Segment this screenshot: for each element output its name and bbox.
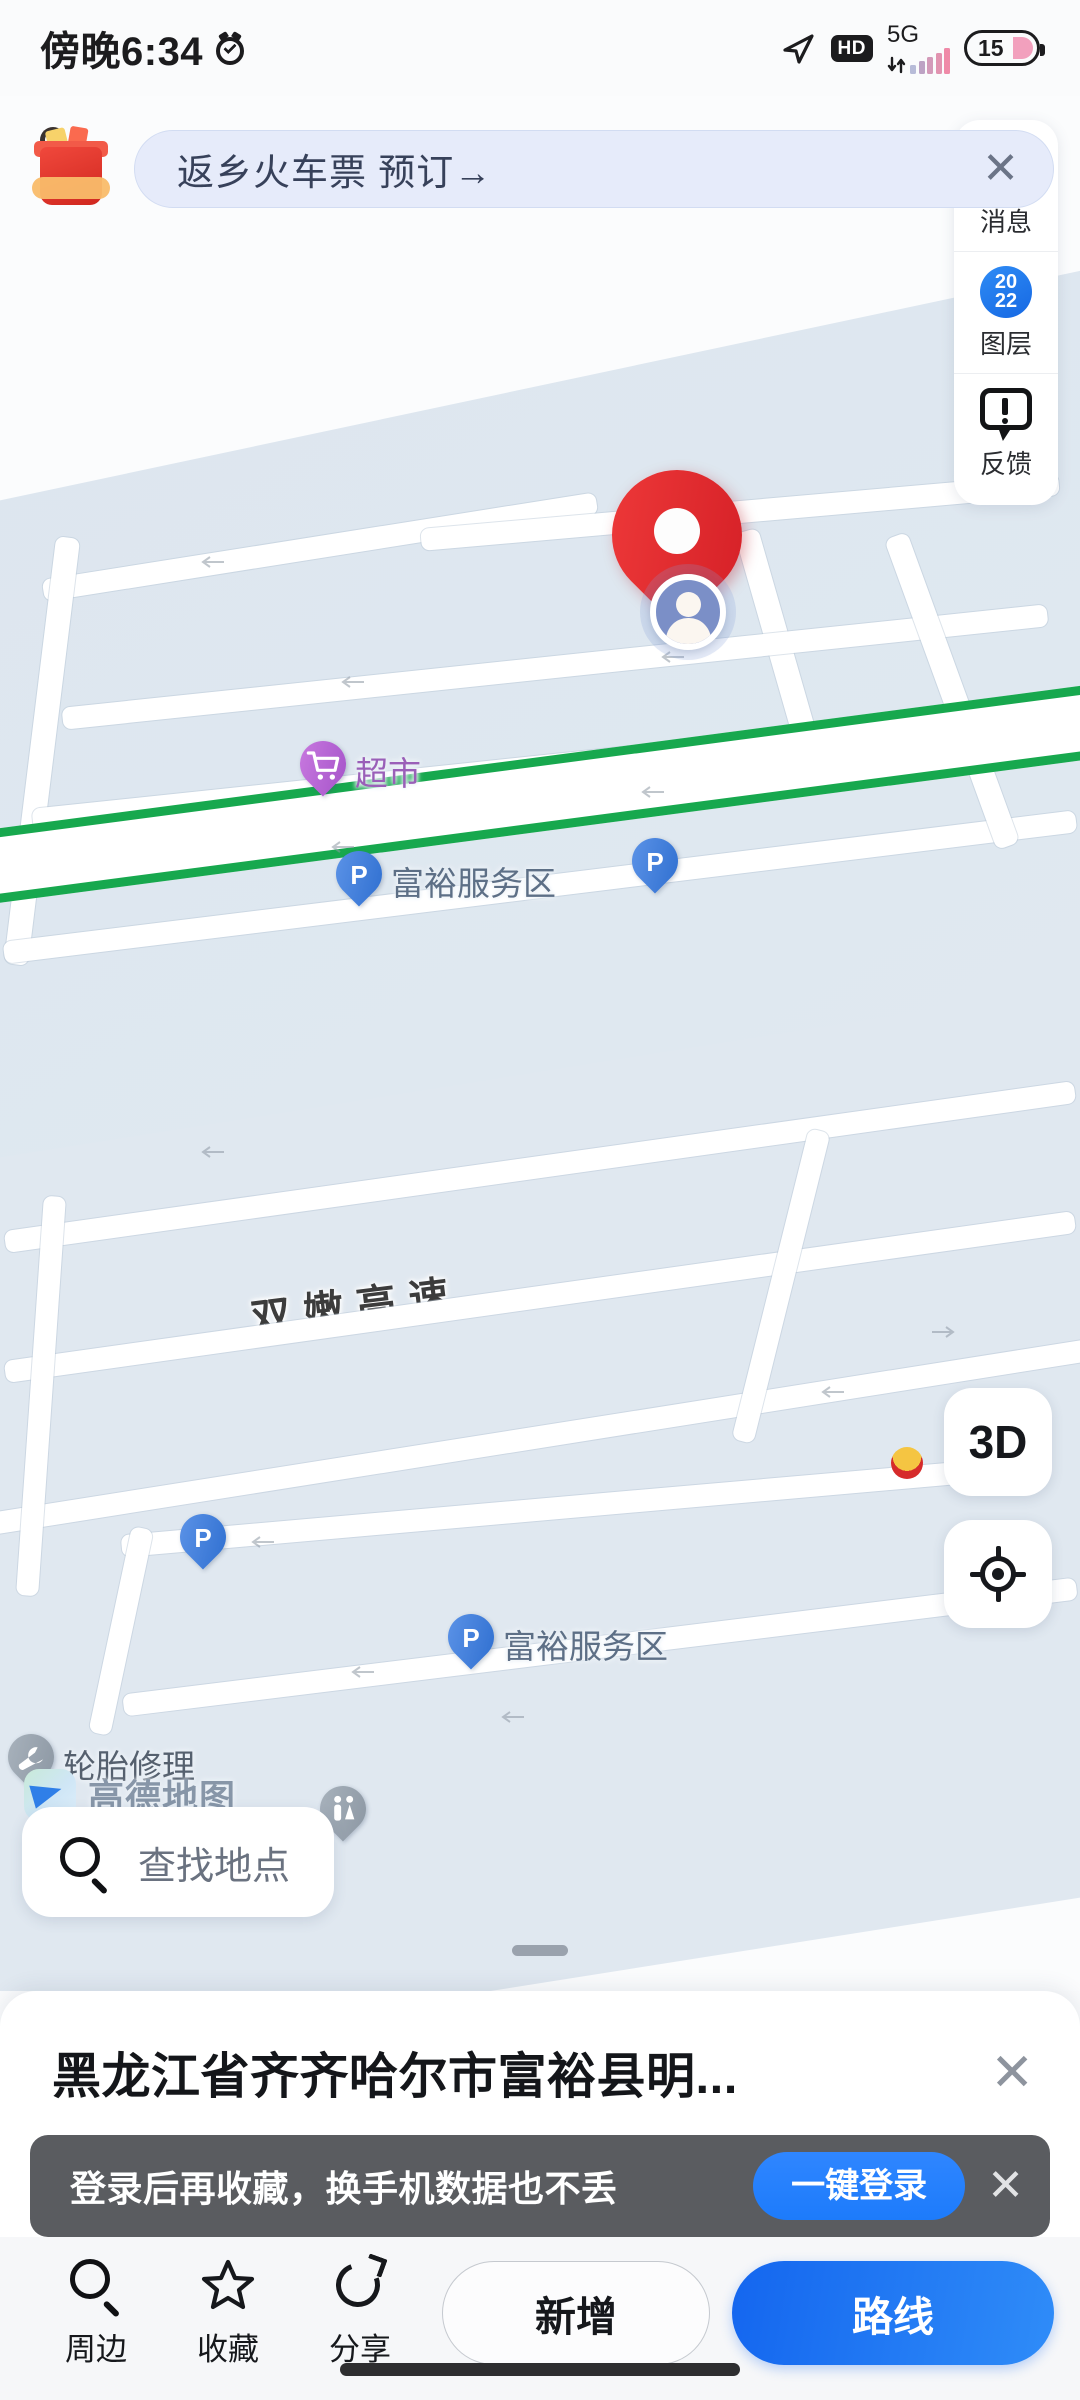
login-prompt-message: 登录后再收藏，换手机数据也不丢 — [70, 2168, 618, 2209]
search-place-button[interactable]: 查找地点 — [22, 1807, 335, 1917]
login-prompt-actions: 一键登录 ✕ — [753, 2152, 1024, 2220]
map-poi-gas-station[interactable] — [884, 1440, 930, 1498]
alarm-clock-icon — [213, 31, 247, 65]
action-share[interactable]: 分享 — [294, 2252, 426, 2369]
action-label: 周边 — [65, 2331, 127, 2367]
navigation-arrow-icon — [782, 34, 814, 64]
ad-banner[interactable]: 返乡火车票 预订→ ✕ — [0, 124, 1080, 214]
close-icon[interactable]: ✕ — [982, 147, 1019, 191]
map-poi-label: 超市 — [355, 755, 421, 792]
map-poi-label: 富裕服务区 — [503, 1628, 668, 1665]
map-direction-arrow — [351, 1666, 374, 1678]
parking-glyph: P — [646, 846, 664, 877]
status-bar-left: 傍晚6:34 — [40, 19, 247, 77]
map-direction-arrow — [201, 1146, 224, 1158]
map-poi-service-area-upper[interactable]: P 富裕服务区 — [326, 841, 556, 911]
map-direction-arrow — [201, 556, 224, 568]
route-button[interactable]: 路线 — [732, 2260, 1054, 2365]
hd-badge: HD — [830, 34, 873, 62]
parking-pin-icon: P — [326, 841, 392, 911]
ad-banner-text: 返乡火车票 预订→ — [177, 152, 493, 193]
selected-location-pin[interactable] — [585, 443, 769, 650]
tool-layers[interactable]: 20 22 图层 — [954, 251, 1058, 373]
crosshair-locate-icon — [970, 1546, 1026, 1602]
map-direction-arrow — [251, 1536, 274, 1548]
network-type-label: 5G — [887, 20, 920, 48]
one-click-login-button[interactable]: 一键登录 — [753, 2152, 966, 2220]
action-label: 收藏 — [197, 2331, 259, 2367]
map-poi-label: 富裕服务区 — [391, 865, 556, 902]
shopping-cart-pin-icon — [290, 731, 356, 801]
status-bar: 傍晚6:34 HD 5G 15 — [0, 0, 1080, 96]
login-prompt-toast: 登录后再收藏，换手机数据也不丢 一键登录 ✕ — [30, 2135, 1050, 2237]
status-time: 傍晚6:34 — [40, 30, 204, 74]
map-poi-service-area-lower[interactable]: P 富裕服务区 — [438, 1604, 668, 1674]
parking-glyph: P — [194, 1522, 212, 1553]
map-direction-arrow — [641, 786, 664, 798]
parking-pin-icon: P — [170, 1504, 236, 1574]
locate-me-button[interactable] — [944, 1520, 1052, 1628]
add-place-button[interactable]: 新增 — [442, 2260, 710, 2365]
search-placeholder: 查找地点 — [138, 1845, 291, 1888]
close-icon[interactable]: ✕ — [990, 2047, 1034, 2099]
gift-box-icon — [24, 125, 116, 213]
search-icon — [58, 1835, 112, 1894]
cart-glyph — [306, 751, 340, 780]
search-icon — [68, 2257, 124, 2318]
battery-percent: 15 — [978, 34, 1004, 61]
ad-banner-pill[interactable]: 返乡火车票 预订→ ✕ — [134, 130, 1054, 208]
close-icon[interactable]: ✕ — [987, 2164, 1024, 2208]
parking-glyph: P — [350, 859, 368, 890]
action-nearby[interactable]: 周边 — [30, 2257, 162, 2369]
sheet-drag-handle[interactable] — [512, 1945, 568, 1956]
parking-pin-icon: P — [622, 828, 688, 898]
tool-feedback[interactable]: 反馈 — [954, 373, 1058, 493]
data-transfer-icon — [887, 56, 906, 73]
map-direction-arrow — [821, 1386, 844, 1398]
view-3d-button[interactable]: 3D — [944, 1388, 1052, 1496]
map-poi-supermarket[interactable]: 超市 — [290, 731, 421, 801]
network-indicator: 5G — [887, 20, 950, 74]
star-icon — [200, 2257, 256, 2313]
action-favorite[interactable]: 收藏 — [162, 2257, 294, 2369]
layers-2022-badge-icon: 20 22 — [980, 266, 1032, 318]
map-poi-parking-lower-left[interactable]: P — [170, 1504, 236, 1574]
map-direction-arrow — [661, 651, 684, 663]
action-label: 分享 — [329, 2331, 391, 2367]
user-avatar — [650, 574, 726, 650]
sheet-header: 黑龙江省齐齐哈尔市富裕县明... ✕ — [0, 1991, 1080, 2108]
signal-bars-icon — [910, 47, 950, 74]
map-direction-arrow — [501, 1711, 524, 1723]
tool-label: 图层 — [979, 329, 1032, 359]
status-bar-right: HD 5G 15 — [781, 20, 1045, 74]
system-gesture-bar — [340, 2363, 740, 2376]
tool-label: 反馈 — [979, 449, 1032, 479]
app-screen: 傍晚6:34 HD 5G 15 双嫩高速 超市 P 富裕服务区 P P P 富裕… — [0, 0, 1080, 2400]
badge-year-bottom: 22 — [994, 290, 1018, 312]
map-poi-parking-upper-right[interactable]: P — [622, 828, 688, 898]
map-direction-arrow — [932, 1326, 955, 1338]
parking-pin-icon: P — [438, 1604, 504, 1674]
battery-indicator: 15 — [964, 30, 1045, 66]
map-canvas[interactable]: 双嫩高速 超市 P 富裕服务区 P P P 富裕服务区 轮胎修理 高德地图 — [0, 96, 1080, 1991]
parking-glyph: P — [462, 1622, 480, 1653]
place-title: 黑龙江省齐齐哈尔市富裕县明... — [52, 2050, 738, 2104]
map-direction-arrow — [341, 676, 364, 688]
feedback-exclamation-icon — [980, 388, 1032, 441]
place-detail-sheet: 黑龙江省齐齐哈尔市富裕县明... ✕ 登录后再收藏，换手机数据也不丢 一键登录 … — [0, 1991, 1080, 2400]
share-icon — [328, 2252, 388, 2314]
